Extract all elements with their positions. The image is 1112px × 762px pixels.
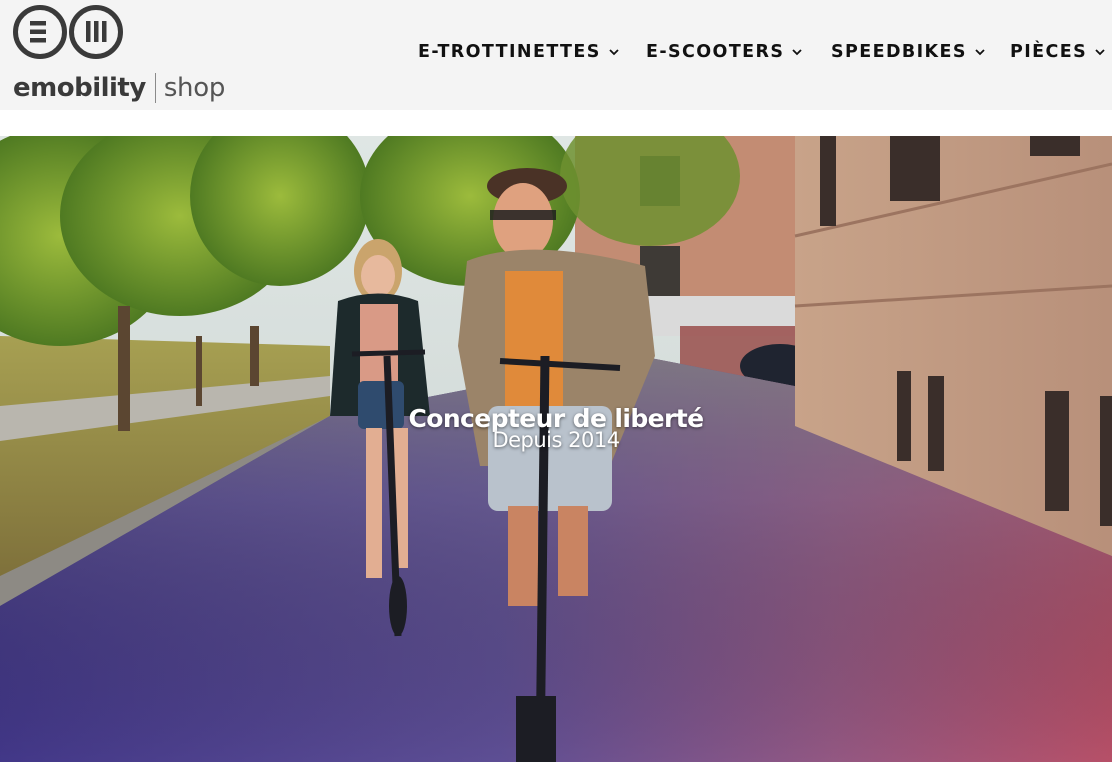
nav-item-label: SPEEDBIKES	[831, 42, 967, 62]
main-nav: E-TROTTINETTES E-SCOOTERS SPEEDBIKES PIÈ…	[0, 36, 1112, 68]
brand-name-sub: shop	[163, 73, 226, 103]
chevron-down-icon	[975, 49, 985, 56]
chevron-down-icon	[1095, 49, 1105, 56]
nav-item-speedbikes[interactable]: SPEEDBIKES	[831, 36, 986, 68]
hero-subtitle: Depuis 2014	[492, 428, 620, 452]
nav-item-e-scooters[interactable]: E-SCOOTERS	[646, 36, 803, 68]
chevron-down-icon	[792, 49, 803, 56]
nav-item-label: PIÈCES	[1010, 42, 1088, 62]
brand-wordmark: emobility shop	[13, 68, 225, 108]
brand-name-main: emobility	[13, 73, 146, 103]
nav-item-label: E-SCOOTERS	[646, 42, 785, 62]
hero-banner: Concepteur de liberté Depuis 2014	[0, 136, 1112, 762]
site-header: emobility shop E-TROTTINETTES E-SCOOTERS…	[0, 0, 1112, 110]
chevron-down-icon	[609, 49, 619, 56]
nav-item-label: E-TROTTINETTES	[418, 42, 601, 62]
nav-item-e-trottinettes[interactable]: E-TROTTINETTES	[418, 36, 620, 68]
brand-divider	[154, 73, 156, 103]
nav-item-pieces[interactable]: PIÈCES	[1010, 36, 1106, 68]
